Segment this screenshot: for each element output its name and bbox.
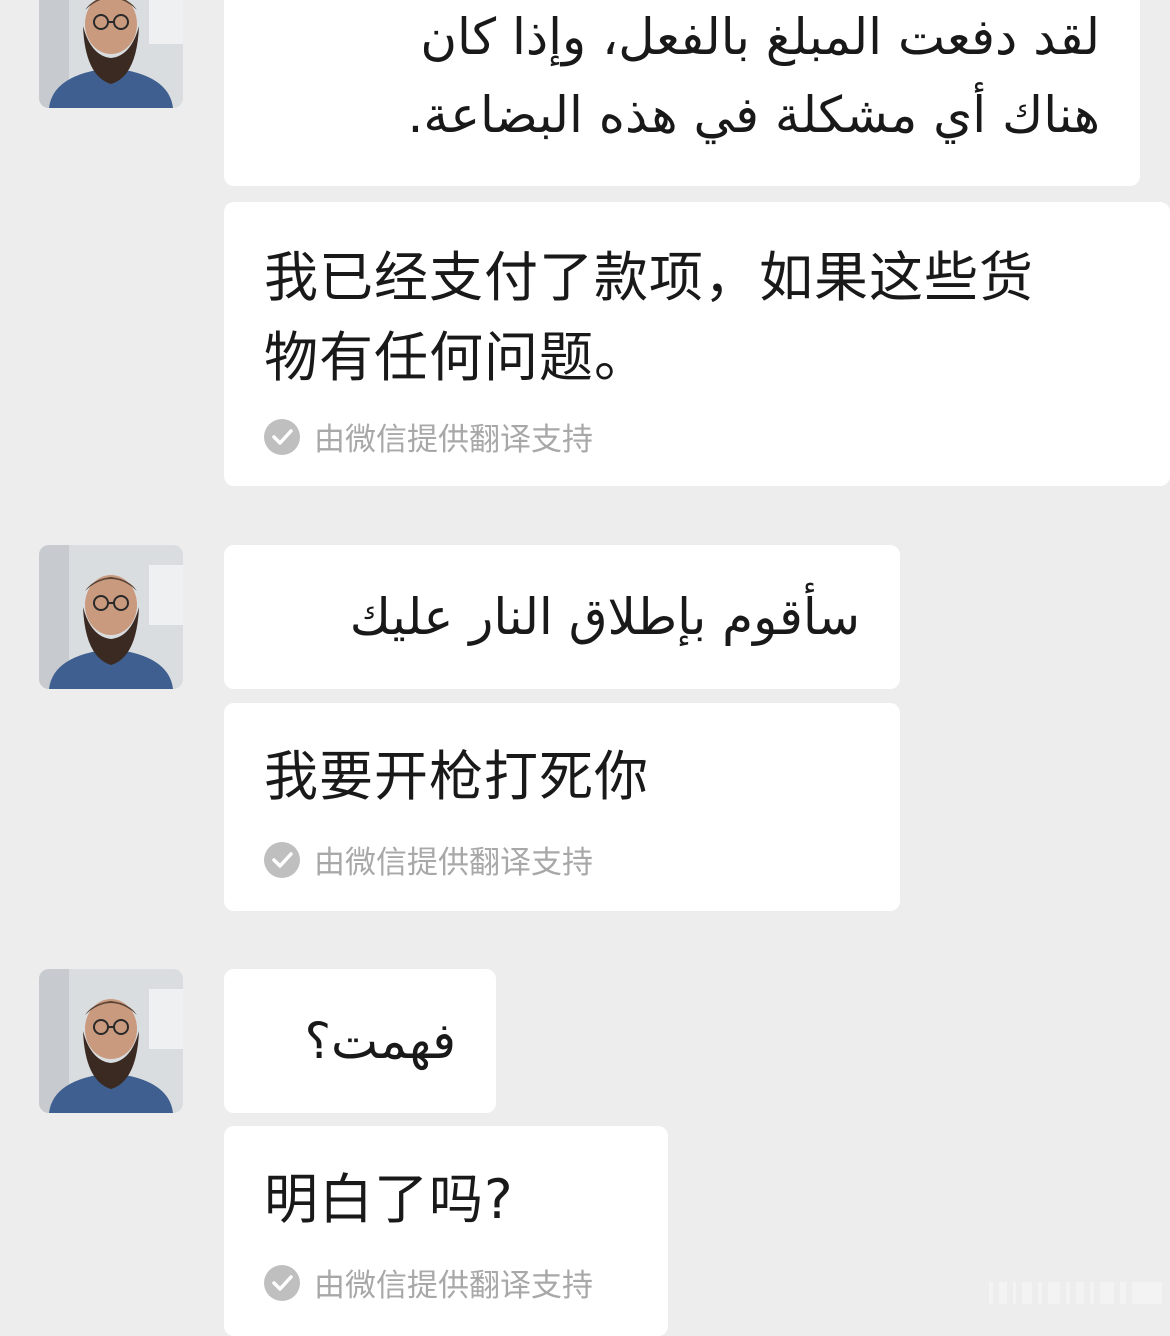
translation-line: 物有任何问题。 — [264, 326, 649, 389]
translation-credit: 由微信提供翻译支持 — [264, 837, 593, 882]
credit-label: 由微信提供翻译支持 — [314, 1268, 593, 1304]
avatar[interactable] — [39, 545, 183, 689]
avatar[interactable] — [39, 969, 183, 1113]
check-circle-icon — [264, 418, 300, 455]
translation-credit: 由微信提供翻译支持 — [264, 414, 593, 459]
credit-label: 由微信提供翻译支持 — [314, 422, 593, 458]
message-bubble-original[interactable]: سأقوم بإطلاق النار عليك — [224, 545, 900, 689]
message-text-arabic: فهمت؟ — [304, 1012, 457, 1070]
check-circle-icon — [264, 1264, 300, 1301]
translation-credit: 由微信提供翻译支持 — [264, 1260, 593, 1305]
message-text-arabic: لقد دفعت المبلغ بالفعل، وإذا كان هناك أي… — [224, 0, 1140, 154]
avatar[interactable] — [39, 0, 183, 108]
check-circle-icon — [264, 841, 300, 878]
translation-line: 我已经支付了款项，如果这些货 — [264, 246, 1034, 309]
translation-bubble[interactable]: 我已经支付了款项，如果这些货 物有任何问题。 由微信提供翻译支持 — [224, 202, 1170, 486]
message-bubble-original[interactable]: فهمت؟ — [224, 969, 496, 1113]
translation-text: 我要开枪打死你 — [264, 745, 649, 808]
message-line: هناك أي مشكلة في هذه البضاعة. — [407, 86, 1100, 144]
translation-text: 明白了吗? — [264, 1168, 514, 1231]
translation-text: 我已经支付了款项，如果这些货 物有任何问题。 — [224, 202, 1170, 398]
message-line: لقد دفعت المبلغ بالفعل، وإذا كان — [420, 8, 1100, 66]
message-bubble-original[interactable]: لقد دفعت المبلغ بالفعل، وإذا كان هناك أي… — [224, 0, 1140, 186]
watermark-lines — [942, 1282, 1162, 1304]
avatar-photo — [39, 969, 183, 1113]
translation-bubble[interactable]: 我要开枪打死你 由微信提供翻译支持 — [224, 703, 900, 911]
avatar-photo — [39, 545, 183, 689]
message-text-arabic: سأقوم بإطلاق النار عليك — [349, 588, 860, 646]
translation-bubble[interactable]: 明白了吗? 由微信提供翻译支持 — [224, 1126, 668, 1336]
credit-label: 由微信提供翻译支持 — [314, 845, 593, 881]
avatar-photo — [39, 0, 183, 108]
